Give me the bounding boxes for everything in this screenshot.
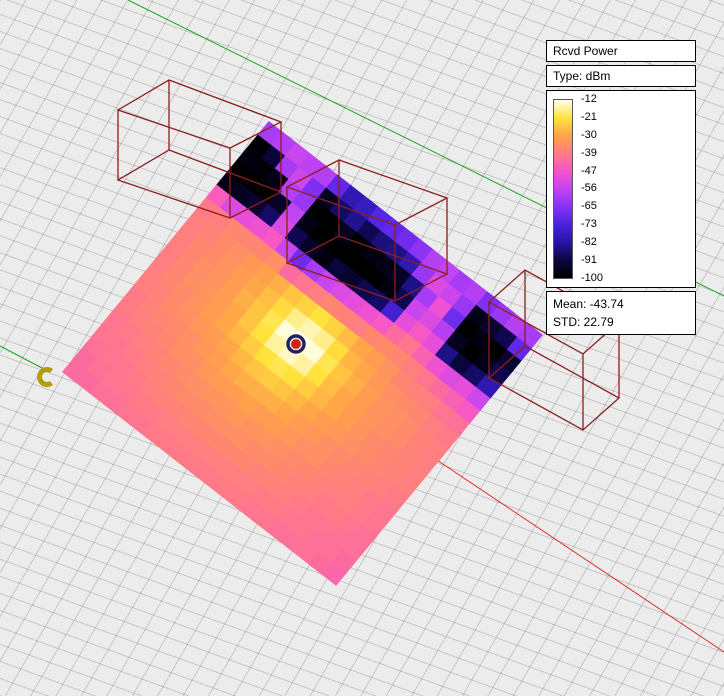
colorbar-tick-label: -30 [581,128,597,141]
colorbar: -12 -21 -30 -39 -47 -56 -65 -73 -82 -91 -100 [546,90,696,288]
colorbar-gradient [553,99,573,279]
colorbar-tick-label: -100 [581,271,604,284]
axis-line-green-left [0,345,45,370]
colorbar-tick-label: -82 [581,236,597,249]
legend-stats: Mean: -43.74 STD: 22.79 [546,291,696,335]
colorbar-tick-label: -12 [581,93,597,105]
legend-std: STD: 22.79 [553,315,614,329]
colorbar-tick-label: -65 [581,200,597,213]
colorbar-tick-label: -91 [581,254,597,267]
received-power-heatmap [62,121,543,586]
colorbar-tick-label: -47 [581,164,597,177]
axis-line-red-lower [397,433,724,653]
legend-title: Rcvd Power [546,40,696,62]
colorbar-tick-label: -56 [581,182,597,195]
colorbar-tick-label: -39 [581,146,597,159]
legend-mean: Mean: -43.74 [553,297,624,311]
colorbar-tick-label: -73 [581,218,597,231]
colorbar-tick-label: -21 [581,110,597,123]
legend-type-label: Type: dBm [546,65,696,87]
colorbar-tick-labels: -12 -21 -30 -39 -47 -56 -65 -73 -82 -91 -100 [581,94,603,284]
legend-panel: Rcvd Power Type: dBm -12 -21 -30 -39 -47 -56-… [546,40,696,335]
scene-viewport[interactable]: Rcvd Power Type: dBm -12 -21 -30 -39 -47 -56-… [0,0,724,696]
route-start-marker[interactable] [37,367,53,387]
